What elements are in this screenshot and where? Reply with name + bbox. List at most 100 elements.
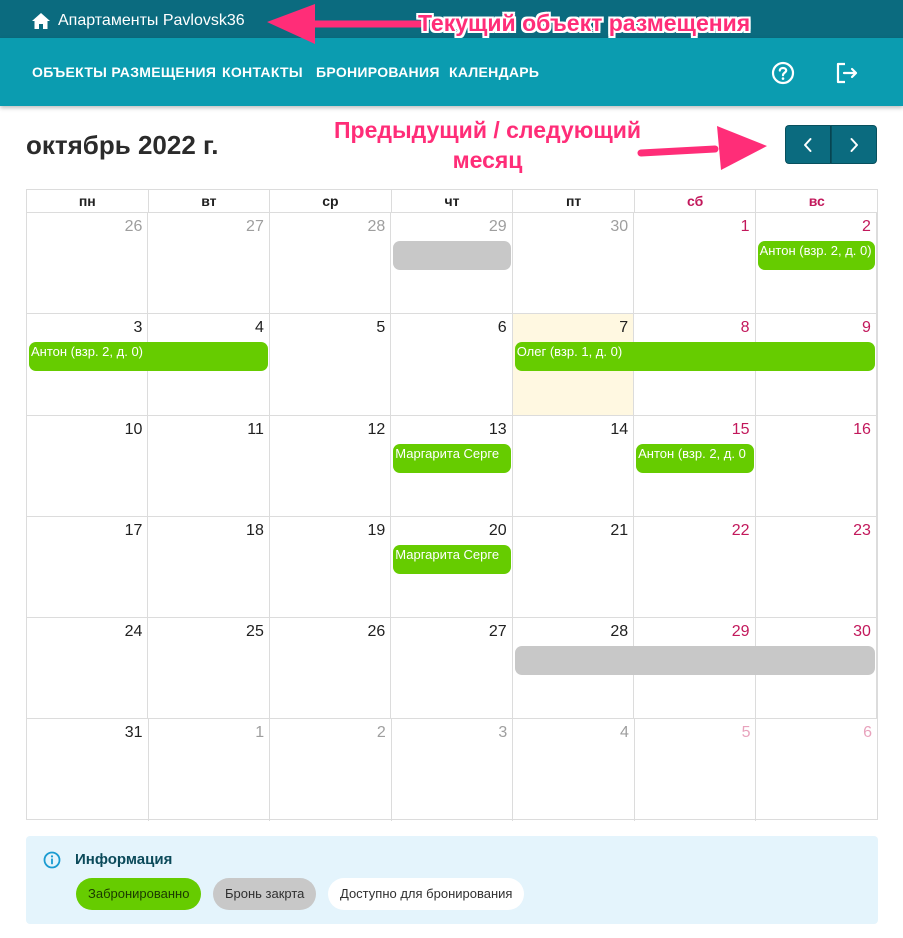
closed-event[interactable] xyxy=(393,241,511,270)
day-number: 6 xyxy=(497,319,507,337)
day-number: 13 xyxy=(488,420,507,438)
chevron-left-icon xyxy=(804,137,812,152)
legend-booked: Забронированно xyxy=(76,878,202,910)
day-number: 4 xyxy=(619,724,629,742)
next-month-button[interactable] xyxy=(831,125,877,164)
calendar-day[interactable]: 22 xyxy=(634,516,756,618)
calendar-day[interactable]: 2 xyxy=(270,719,392,821)
annotation-current-object: Текущий объект размещения xyxy=(418,10,751,36)
chevron-right-icon xyxy=(850,137,858,152)
day-number: 22 xyxy=(731,521,750,539)
month-title: октябрь 2022 г. xyxy=(26,130,219,160)
month-navigation xyxy=(785,125,877,164)
calendar-day[interactable]: 28 xyxy=(270,213,392,314)
main-navbar: ОБЪЕКТЫ РАЗМЕЩЕНИЯ КОНТАКТЫ БРОНИРОВАНИЯ… xyxy=(0,38,903,106)
booking-event[interactable]: Маргарита Серге xyxy=(393,544,511,574)
booking-event[interactable]: Олег (взр. 1, д. 0) xyxy=(514,342,875,372)
nav-calendar[interactable]: КАЛЕНДАРЬ xyxy=(449,64,539,80)
day-number: 20 xyxy=(488,521,507,539)
day-number: 1 xyxy=(255,724,265,742)
day-number: 24 xyxy=(124,623,143,641)
weekday-label: вт xyxy=(149,190,271,212)
calendar-day[interactable]: 18 xyxy=(148,516,270,618)
prev-month-button[interactable] xyxy=(785,125,831,164)
booking-event[interactable]: Антон (взр. 2, д. 0 xyxy=(636,443,754,473)
booking-event[interactable]: Маргарита Серге xyxy=(393,443,511,473)
calendar-day[interactable]: 4 xyxy=(513,719,635,821)
calendar-grid: пн вт ср чт пт сб вс 26 27 28 29 30 1 2 Антон (… xyxy=(26,189,878,821)
calendar-day[interactable]: 26 xyxy=(27,213,149,314)
day-number: 5 xyxy=(376,319,386,337)
calendar-day[interactable]: 3 xyxy=(392,719,514,821)
info-panel: Информация Забронированно Бронь закрта Д… xyxy=(26,836,878,924)
day-number: 17 xyxy=(124,521,143,539)
calendar-day[interactable]: 5 xyxy=(635,719,757,821)
day-number: 3 xyxy=(498,724,508,742)
calendar-day[interactable]: 21 xyxy=(513,516,635,618)
calendar-day[interactable]: 26 xyxy=(270,618,392,719)
legend-available: Доступно для бронирования xyxy=(328,878,525,910)
calendar-day[interactable]: 23 xyxy=(756,516,877,618)
calendar-day[interactable]: 19 xyxy=(270,516,392,618)
calendar-day[interactable]: 14 xyxy=(513,415,635,516)
calendar-day[interactable]: 16 xyxy=(756,415,877,516)
calendar-day[interactable]: 1 xyxy=(634,213,756,314)
day-number: 2 xyxy=(376,724,386,742)
calendar-day[interactable]: 12 xyxy=(270,415,392,516)
calendar-day[interactable]: 1 xyxy=(149,719,271,821)
calendar-day[interactable]: 5 xyxy=(270,314,392,415)
logout-icon[interactable] xyxy=(834,60,860,86)
day-number: 26 xyxy=(367,623,386,641)
legend-closed: Бронь закрта xyxy=(213,878,317,910)
current-object[interactable]: Апартаменты Pavlovsk36 xyxy=(32,10,245,32)
calendar-day[interactable]: 27 xyxy=(391,618,513,719)
closed-event[interactable] xyxy=(514,646,875,676)
booking-event[interactable]: Антон (взр. 2, д. 0) xyxy=(757,241,875,270)
info-icon xyxy=(43,851,61,874)
day-number: 26 xyxy=(124,218,143,235)
day-number: 25 xyxy=(246,623,264,641)
annotation-prev-next: Предыдущий / следующий месяц xyxy=(325,115,650,175)
day-number: 28 xyxy=(367,218,386,235)
info-title: Информация xyxy=(75,851,173,868)
weekday-header: пн вт ср чт пт сб вс xyxy=(27,190,877,213)
calendar-day[interactable]: 30 xyxy=(513,213,635,314)
day-number: 21 xyxy=(610,521,629,539)
day-number: 27 xyxy=(488,623,507,641)
calendar-day[interactable]: 27 xyxy=(148,213,270,314)
calendar-day[interactable]: 25 xyxy=(148,618,270,719)
nav-contacts[interactable]: КОНТАКТЫ xyxy=(222,64,303,80)
booking-event[interactable]: Антон (взр. 2, д. 0) xyxy=(29,342,268,372)
calendar-day[interactable]: 10 xyxy=(27,415,149,516)
calendar-day[interactable]: 17 xyxy=(27,516,149,618)
calendar-day[interactable]: 6 xyxy=(756,719,877,820)
day-number: 27 xyxy=(246,218,264,235)
calendar-week: 10 11 12 13 14 15 16 Маргарита Серге Антон (взр.… xyxy=(27,415,877,517)
day-number: 14 xyxy=(610,420,629,438)
day-number: 30 xyxy=(853,623,871,641)
day-number: 31 xyxy=(124,724,143,742)
calendar-week: 31 1 2 3 4 5 6 xyxy=(27,719,877,821)
day-number: 10 xyxy=(124,420,143,438)
day-number: 8 xyxy=(740,319,750,337)
day-number: 19 xyxy=(367,521,386,539)
calendar-day[interactable]: 6 xyxy=(391,314,513,415)
nav-objects[interactable]: ОБЪЕКТЫ РАЗМЕЩЕНИЯ xyxy=(32,64,216,80)
day-number: 9 xyxy=(862,319,871,337)
nav-bookings[interactable]: БРОНИРОВАНИЯ xyxy=(316,64,440,80)
calendar-week: 26 27 28 29 30 1 2 Антон (взр. 2, д. 0) xyxy=(27,213,877,315)
calendar-day[interactable]: 11 xyxy=(148,415,270,516)
calendar-day[interactable]: 24 xyxy=(27,618,149,719)
day-number: 29 xyxy=(731,623,750,641)
day-number: 2 xyxy=(862,218,871,235)
day-number: 4 xyxy=(254,319,264,337)
annotation-arrow-left xyxy=(267,4,424,44)
weekday-label: ср xyxy=(270,190,392,212)
calendar-day[interactable]: 31 xyxy=(27,719,149,821)
calendar-week: 17 18 19 20 21 22 23 Маргарита Серге xyxy=(27,516,877,619)
calendar-weeks: 26 27 28 29 30 1 2 Антон (взр. 2, д. 0) 3 4 5 6 7 8 9 А… xyxy=(27,213,877,821)
weekday-label: чт xyxy=(392,190,514,212)
calendar-week: 24 25 26 27 28 29 30 xyxy=(27,618,877,720)
help-circle-icon[interactable] xyxy=(770,60,796,86)
day-number: 1 xyxy=(740,218,750,235)
